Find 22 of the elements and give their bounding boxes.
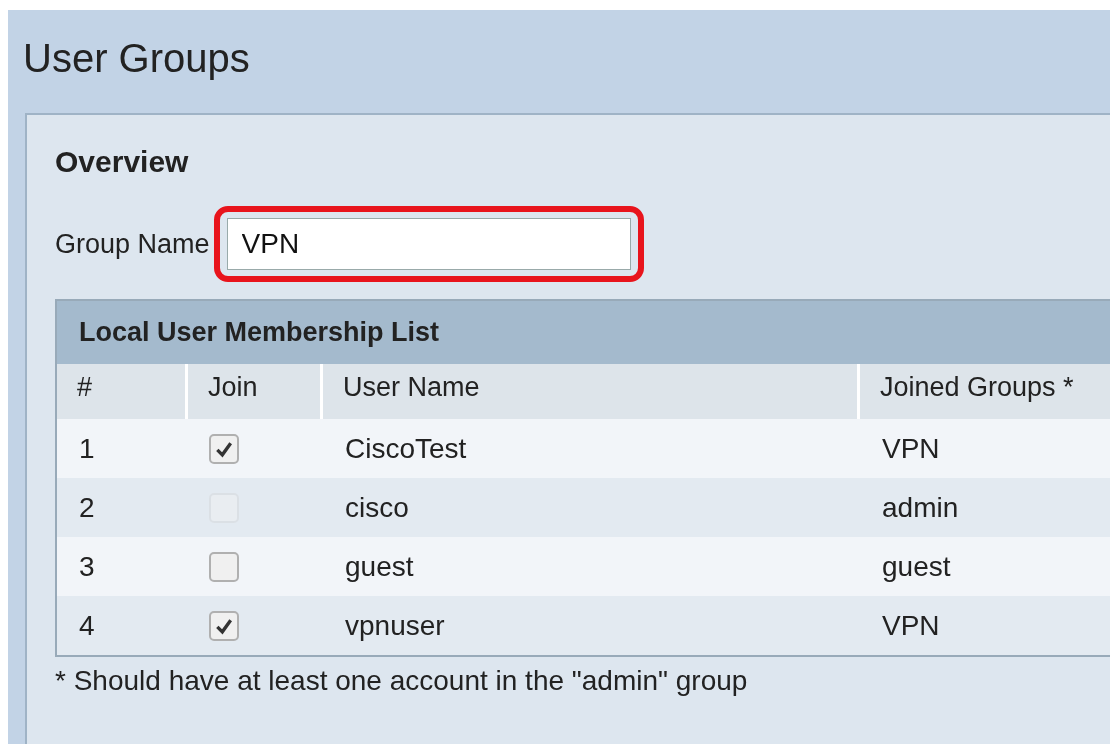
- table-cell-text: 1: [78, 432, 96, 465]
- table-cell-text: cisco: [344, 491, 410, 524]
- group-name-field[interactable]: VPN: [226, 218, 631, 270]
- table-cell-text: 4: [78, 609, 96, 642]
- table-cell-text: guest: [881, 550, 952, 583]
- table-cell-text: admin: [881, 491, 960, 524]
- table-caption: Local User Membership List: [57, 301, 1110, 364]
- table-cell-text: CiscoTest: [344, 432, 468, 465]
- checkbox[interactable]: [209, 610, 239, 641]
- table-cell-text: 3: [78, 550, 96, 583]
- table-cell-text: guest: [344, 550, 415, 583]
- field-label: Group Name: [55, 228, 210, 260]
- checkbox[interactable]: [209, 433, 239, 464]
- section-heading: Overview: [55, 145, 190, 180]
- page-title: User Groups: [23, 35, 251, 82]
- table-cell-text: VPN: [881, 432, 941, 465]
- table-cell-text: 2: [78, 491, 96, 524]
- column-header: #: [76, 371, 94, 404]
- table-cell-text: vpnuser: [344, 609, 446, 642]
- table-cell-text: VPN: [881, 609, 941, 642]
- footnote: * Should have at least one account in the "admin" group: [55, 665, 749, 697]
- checkbox[interactable]: [209, 551, 239, 582]
